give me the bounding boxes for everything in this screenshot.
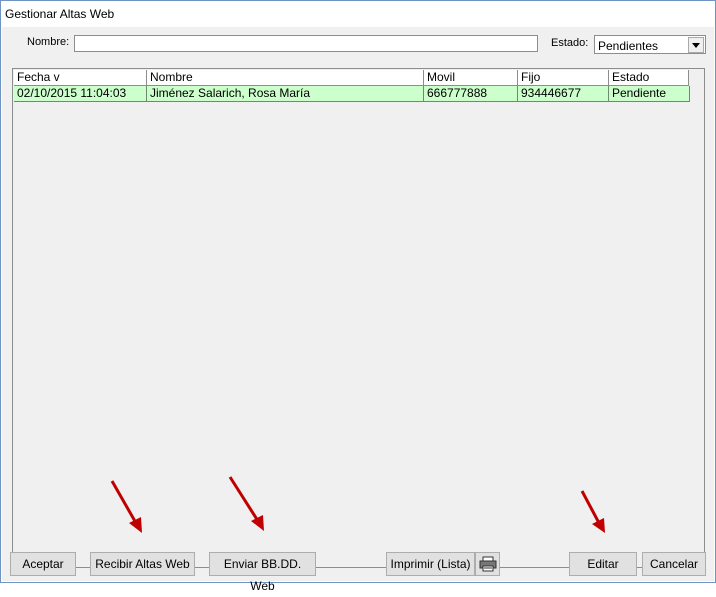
cell-nombre: Jiménez Salarich, Rosa María: [147, 86, 424, 102]
column-header-fecha[interactable]: Fecha v: [14, 70, 147, 86]
print-button[interactable]: [475, 552, 500, 576]
cell-fijo: 934446677: [518, 86, 609, 102]
cell-movil: 666777888: [424, 86, 518, 102]
column-header-fijo[interactable]: Fijo: [518, 70, 609, 86]
column-header-movil[interactable]: Movil: [424, 70, 518, 86]
editar-button[interactable]: Editar: [569, 552, 637, 576]
annotation-arrow-editar-icon: [580, 490, 605, 533]
window-title: Gestionar Altas Web: [5, 7, 115, 21]
enviar-bbdd-web-button[interactable]: Enviar BB.DD. Web: [209, 552, 316, 593]
cancelar-button[interactable]: Cancelar: [642, 552, 706, 576]
nombre-label: Nombre:: [27, 36, 70, 48]
annotation-arrow-recibir-icon: [110, 480, 142, 533]
printer-icon: [479, 556, 497, 572]
column-header-estado[interactable]: Estado: [609, 70, 689, 86]
app-window: Gestionar Altas Web Nombre: Estado: Pend…: [0, 0, 716, 593]
cell-estado: Pendiente: [609, 86, 690, 102]
client-area: Nombre: Estado: Pendientes Fecha v Nombr…: [2, 27, 714, 593]
imprimir-lista-button[interactable]: Imprimir (Lista): [386, 552, 475, 576]
estado-select[interactable]: Pendientes: [594, 35, 706, 54]
recibir-altas-web-button[interactable]: Recibir Altas Web: [90, 552, 195, 576]
cell-fecha: 02/10/2015 11:04:03: [14, 86, 147, 102]
recibir-button-label: Recibir Altas Web: [95, 557, 190, 571]
estado-dropdown-button[interactable]: [688, 37, 704, 53]
estado-select-value: Pendientes: [598, 39, 659, 53]
aceptar-button-label: Aceptar: [22, 557, 64, 571]
nombre-input[interactable]: [74, 35, 538, 52]
chevron-down-icon: [692, 43, 700, 48]
annotation-arrow-enviar-icon: [228, 476, 264, 531]
enviar-button-label: Enviar BB.DD. Web: [223, 557, 302, 593]
aceptar-button[interactable]: Aceptar: [10, 552, 76, 576]
cancelar-button-label: Cancelar: [649, 557, 699, 571]
column-header-nombre[interactable]: Nombre: [147, 70, 424, 86]
editar-button-label: Editar: [587, 557, 619, 571]
estado-label: Estado:: [551, 37, 589, 49]
table-row[interactable]: 02/10/2015 11:04:03 Jiménez Salarich, Ro…: [14, 86, 691, 102]
title-bar: Gestionar Altas Web: [1, 1, 715, 27]
imprimir-button-label: Imprimir (Lista): [390, 557, 471, 571]
